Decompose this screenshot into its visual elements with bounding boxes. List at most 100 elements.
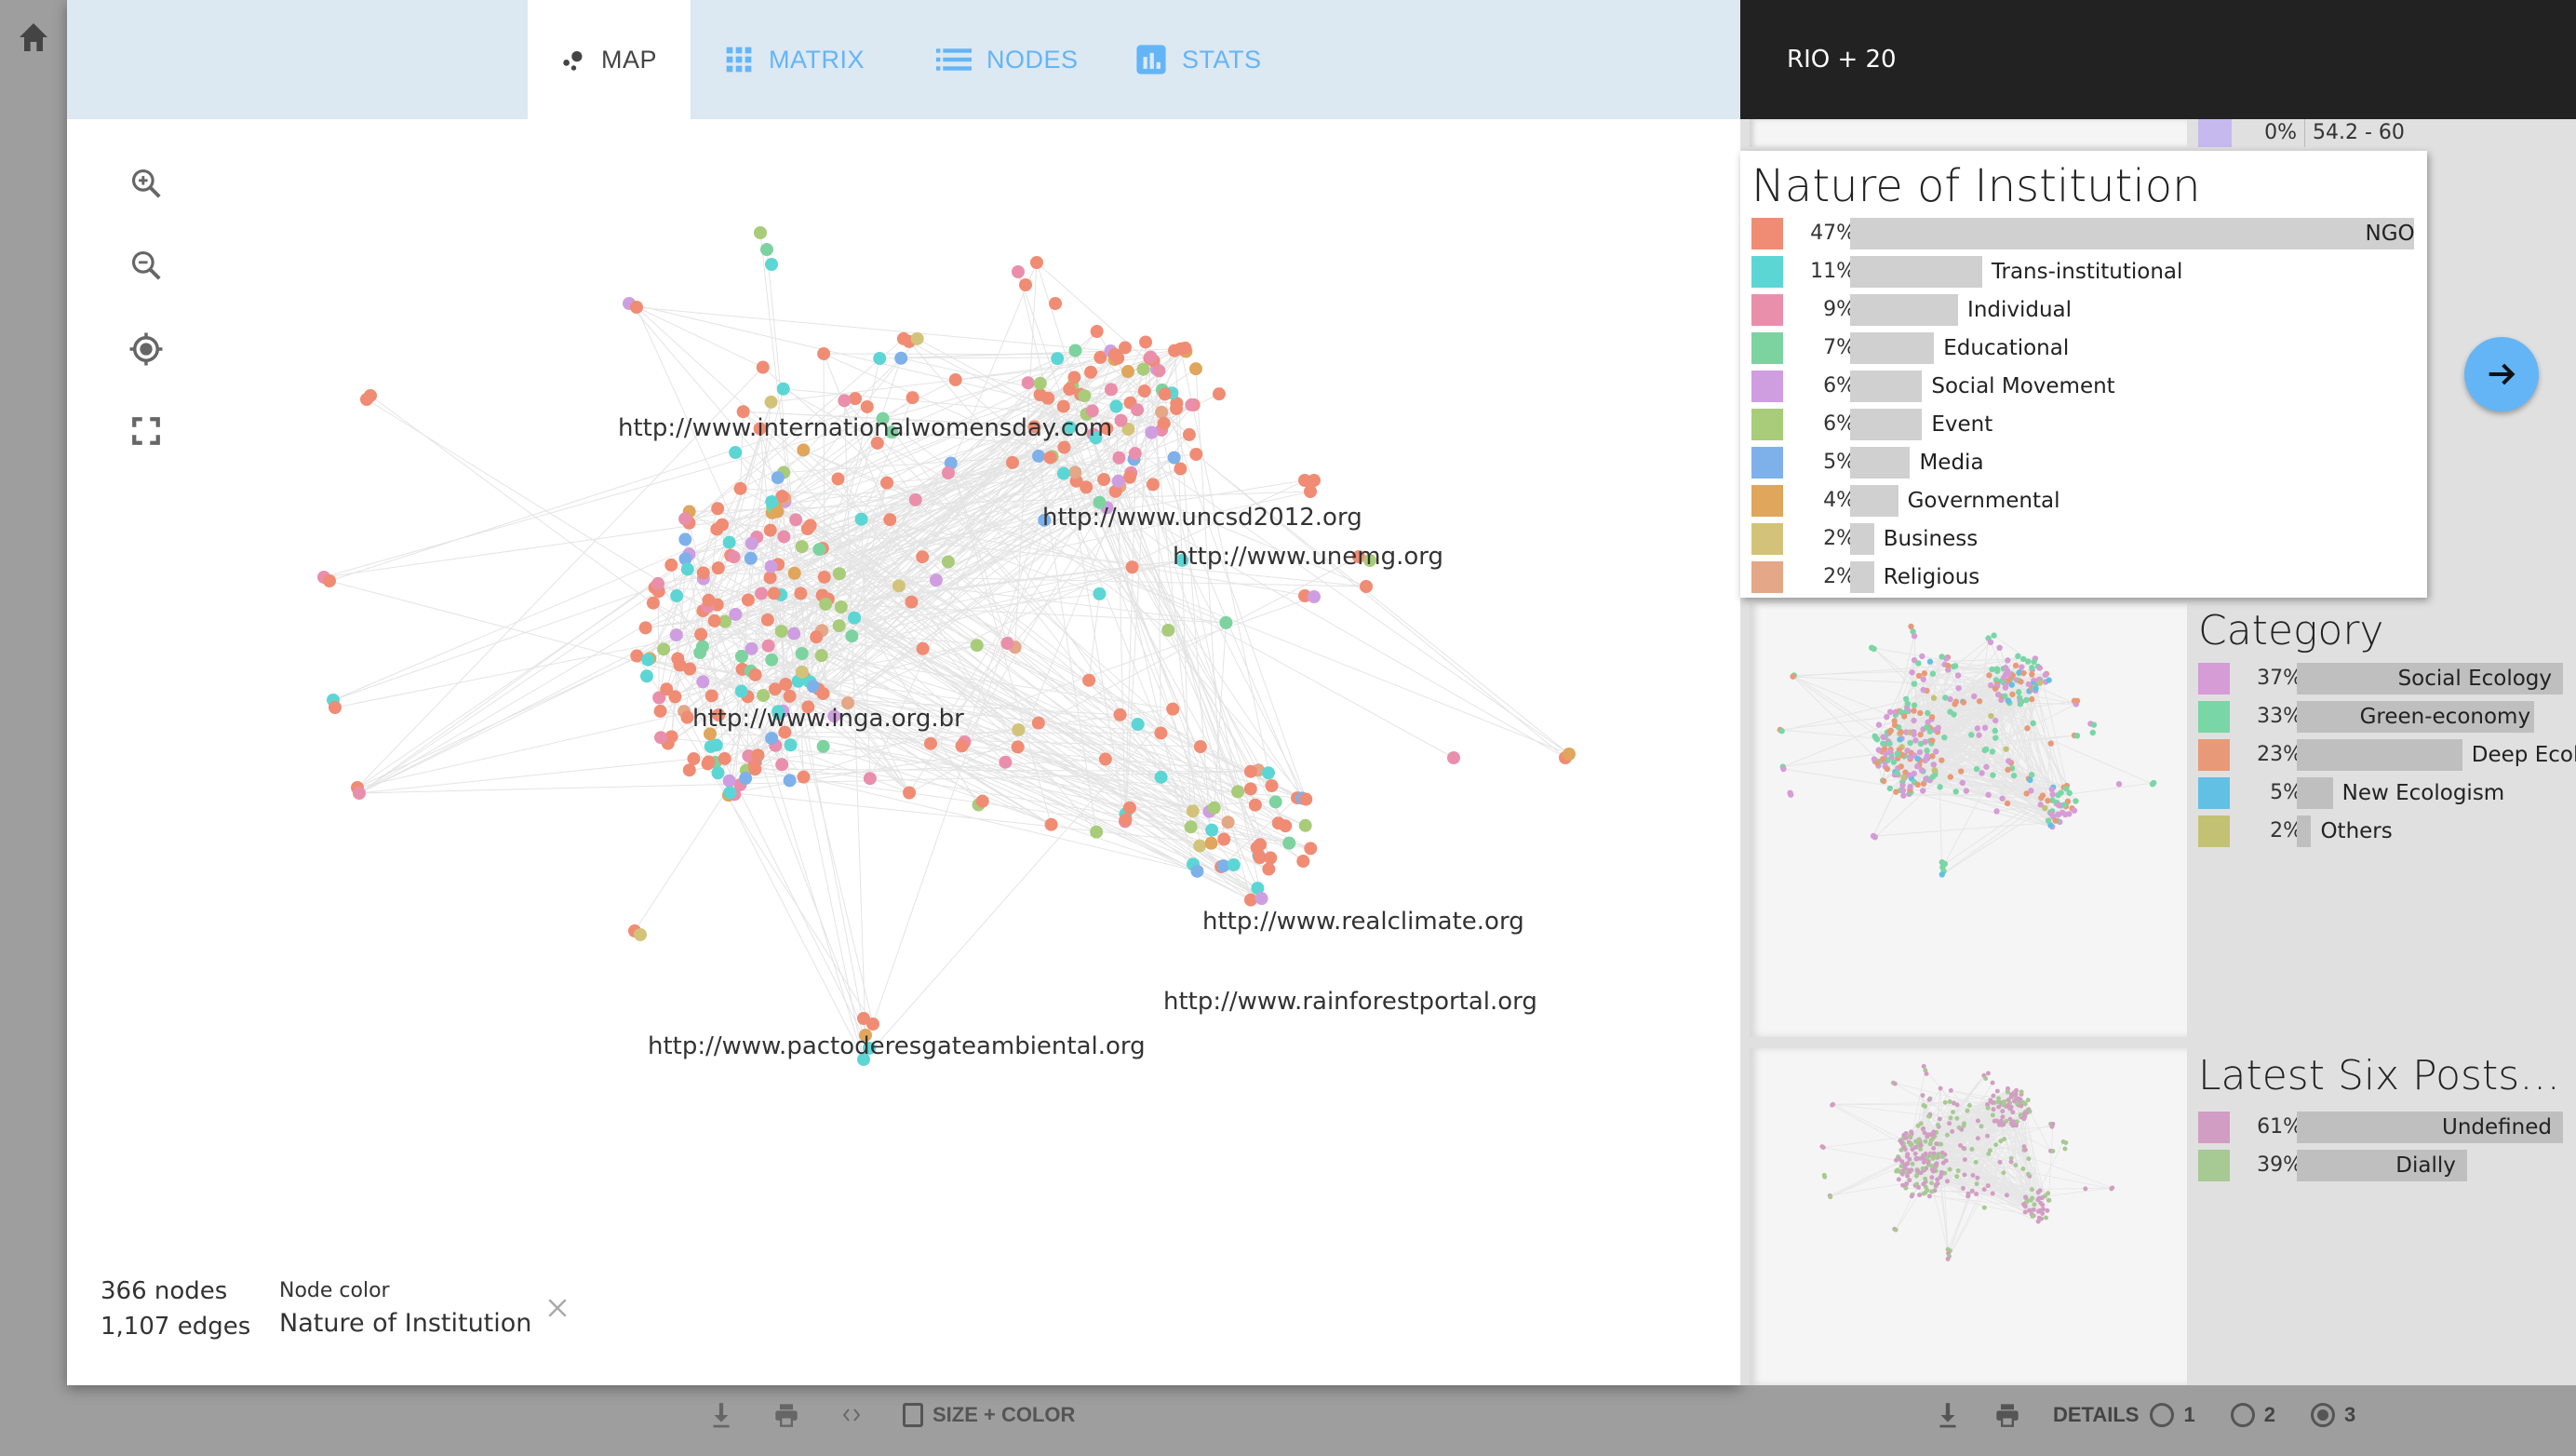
graph-node[interactable] [704, 739, 718, 753]
node-label[interactable]: http://www.inga.org.br [692, 705, 964, 733]
graph-node[interactable] [816, 686, 830, 700]
graph-node[interactable] [1905, 1173, 1911, 1179]
network-graph[interactable]: http://www.internationalwomensday.com ht… [67, 119, 1740, 1385]
graph-node[interactable] [1898, 729, 1904, 735]
graph-node[interactable] [1939, 1150, 1945, 1155]
graph-node[interactable] [1262, 862, 1276, 876]
graph-node[interactable] [1886, 748, 1894, 755]
graph-node[interactable] [848, 611, 862, 625]
graph-node[interactable] [1941, 734, 1948, 741]
graph-node[interactable] [1954, 1115, 1960, 1121]
graph-node[interactable] [1227, 858, 1241, 872]
graph-node[interactable] [696, 675, 710, 689]
graph-node[interactable] [761, 639, 775, 653]
graph-node[interactable] [1969, 1188, 1975, 1193]
graph-node[interactable] [1897, 736, 1903, 743]
graph-node[interactable] [1915, 1156, 1921, 1162]
graph-node[interactable] [2115, 781, 2123, 788]
graph-node[interactable] [1983, 763, 1990, 770]
graph-node[interactable] [787, 566, 801, 580]
graph-node[interactable] [906, 391, 919, 405]
graph-node[interactable] [1988, 1099, 1993, 1104]
graph-node[interactable] [783, 689, 797, 703]
graph-node[interactable] [1193, 740, 1207, 754]
graph-node[interactable] [1944, 1132, 1950, 1138]
graph-node[interactable] [2063, 1139, 2069, 1145]
graph-node[interactable] [916, 550, 930, 564]
graph-node[interactable] [1931, 1145, 1937, 1151]
graph-node[interactable] [777, 530, 791, 544]
graph-node[interactable] [660, 682, 674, 696]
graph-node[interactable] [1886, 785, 1894, 792]
graph-node[interactable] [787, 627, 801, 640]
graph-node[interactable] [2151, 779, 2157, 787]
graph-node[interactable] [1935, 724, 1941, 732]
graph-node[interactable] [1128, 447, 1142, 461]
graph-node[interactable] [1157, 416, 1171, 430]
graph-node[interactable] [2073, 798, 2079, 804]
graph-node[interactable] [866, 1018, 879, 1031]
node-label[interactable]: http://www.uncsd2012.org [1042, 504, 1362, 532]
graph-node[interactable] [1917, 731, 1924, 738]
graph-node[interactable] [2044, 1215, 2049, 1220]
graph-node[interactable] [1828, 1194, 1833, 1200]
graph-node[interactable] [1971, 693, 1978, 700]
graph-node[interactable] [1960, 1186, 1966, 1191]
graph-node[interactable] [1900, 1182, 1906, 1188]
graph-node[interactable] [1962, 1172, 1967, 1178]
graph-node[interactable] [1893, 789, 1899, 795]
graph-node[interactable] [795, 540, 809, 554]
graph-node[interactable] [1951, 1100, 1956, 1106]
graph-node[interactable] [1985, 1133, 1991, 1139]
graph-node[interactable] [1057, 440, 1071, 454]
graph-node[interactable] [1990, 1112, 1995, 1118]
graph-node[interactable] [800, 522, 814, 536]
graph-node[interactable] [795, 665, 809, 679]
graph-node[interactable] [1907, 783, 1913, 790]
graph-node[interactable] [1931, 767, 1939, 774]
graph-node[interactable] [1998, 1139, 2004, 1144]
graph-node[interactable] [2001, 1122, 2006, 1127]
graph-node[interactable] [1937, 784, 1943, 790]
graph-node[interactable] [892, 579, 906, 593]
graph-node[interactable] [2029, 772, 2035, 778]
graph-node[interactable] [694, 627, 708, 641]
graph-node[interactable] [1908, 1142, 1913, 1148]
graph-node[interactable] [1243, 764, 1257, 778]
graph-node[interactable] [1925, 1132, 1931, 1138]
graph-node[interactable] [1929, 753, 1936, 760]
graph-node[interactable] [741, 593, 755, 607]
graph-node[interactable] [1886, 740, 1893, 748]
graph-node[interactable] [710, 522, 724, 536]
graph-node[interactable] [1939, 757, 1945, 763]
graph-node[interactable] [1901, 1145, 1907, 1151]
graph-node[interactable] [353, 787, 366, 800]
graph-node[interactable] [1205, 823, 1219, 837]
graph-node[interactable] [1911, 633, 1918, 640]
graph-node[interactable] [880, 476, 894, 490]
graph-node[interactable] [2028, 695, 2035, 703]
graph-node[interactable] [639, 669, 653, 683]
graph-node[interactable] [1937, 1116, 1942, 1122]
graph-node[interactable] [1920, 676, 1926, 682]
graph-node[interactable] [680, 562, 694, 576]
graph-node[interactable] [2019, 1103, 2024, 1109]
details-option-3[interactable]: 3 [2310, 1403, 2355, 1427]
graph-node[interactable] [1926, 728, 1934, 735]
graph-node[interactable] [1947, 1121, 1952, 1126]
graph-node[interactable] [1243, 782, 1257, 796]
graph-node[interactable] [723, 786, 737, 800]
graph-node[interactable] [1933, 1162, 1939, 1167]
graph-node[interactable] [1917, 709, 1924, 717]
graph-node[interactable] [1922, 738, 1928, 746]
graph-node[interactable] [1981, 724, 1989, 731]
graph-node[interactable] [2005, 657, 2011, 664]
graph-node[interactable] [1930, 694, 1938, 701]
graph-node[interactable] [1910, 1161, 1915, 1166]
graph-node[interactable] [1872, 834, 1878, 841]
graph-node[interactable] [849, 392, 863, 406]
graph-node[interactable] [1916, 1185, 1922, 1190]
graph-node[interactable] [1875, 747, 1883, 753]
tab-matrix[interactable]: MATRIX [691, 0, 898, 119]
graph-node[interactable] [1254, 838, 1268, 852]
